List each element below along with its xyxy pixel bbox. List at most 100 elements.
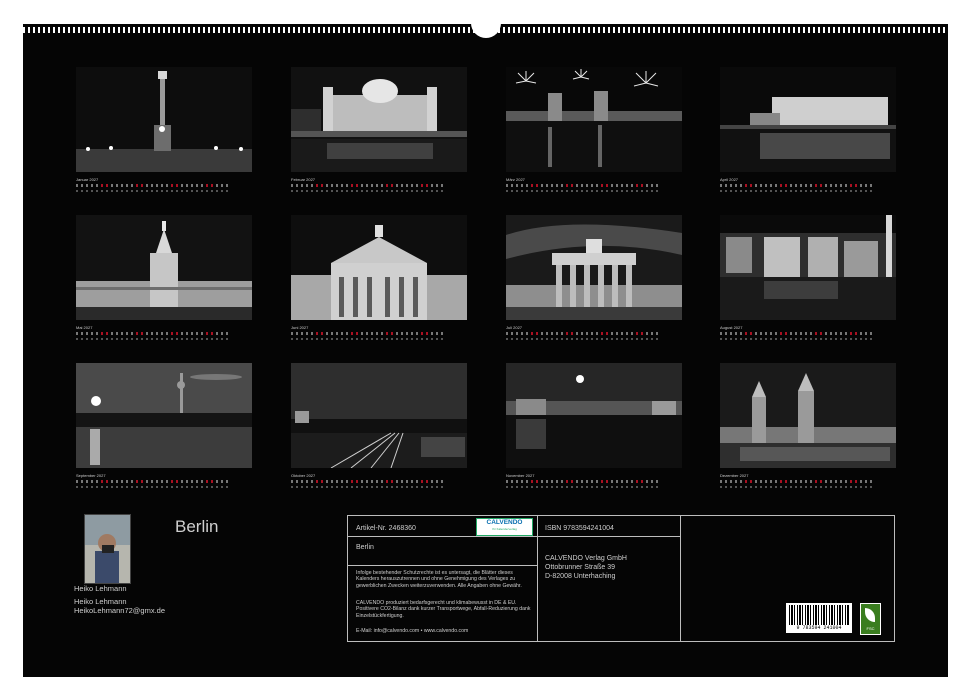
day-tick [511, 184, 513, 187]
day-tick [86, 332, 88, 335]
day-tick [116, 480, 118, 483]
day-tick [431, 184, 433, 187]
day-tick [206, 190, 208, 192]
day-tick [740, 338, 742, 340]
day-tick [116, 184, 118, 187]
day-tick [396, 338, 398, 340]
day-tick [336, 338, 338, 340]
day-tick [166, 190, 168, 192]
day-tick [810, 184, 812, 187]
calvendo-logo-text: CALVENDO [486, 519, 523, 526]
day-tick [561, 332, 563, 335]
day-tick [371, 480, 373, 483]
day-tick [171, 332, 173, 335]
day-tick [401, 190, 403, 192]
day-tick [226, 480, 228, 483]
month-tile-september: September 2027 [76, 363, 252, 492]
day-tick [790, 332, 792, 335]
day-tick [621, 184, 623, 187]
day-tick [441, 486, 443, 488]
day-tick [206, 480, 208, 483]
day-tick [591, 190, 593, 192]
day-tick [111, 190, 113, 192]
day-tick [111, 338, 113, 340]
day-tick [601, 486, 603, 488]
day-tick [601, 480, 603, 483]
day-tick [815, 332, 817, 335]
day-tick [805, 190, 807, 192]
day-tick [870, 486, 872, 488]
day-tick [606, 480, 608, 483]
day-tick [770, 480, 772, 483]
day-tick [795, 480, 797, 483]
day-tick [566, 332, 568, 335]
day-tick [805, 486, 807, 488]
day-tick [416, 190, 418, 192]
day-tick [106, 480, 108, 483]
day-tick [765, 338, 767, 340]
day-tick [221, 338, 223, 340]
fsc-label: FSC [866, 626, 875, 631]
publisher-city: D-82008 Unterhaching [545, 573, 616, 580]
day-tick [740, 480, 742, 483]
day-tick [626, 480, 628, 483]
day-tick [316, 184, 318, 187]
day-tick [810, 338, 812, 340]
day-tick [656, 480, 658, 483]
day-tick [621, 190, 623, 192]
day-tick [371, 338, 373, 340]
day-tick [346, 332, 348, 335]
day-tick [91, 486, 93, 488]
month-label: November 2027 [506, 473, 535, 478]
day-tick [616, 184, 618, 187]
day-tick [611, 190, 613, 192]
day-tick [371, 486, 373, 488]
day-tick [326, 338, 328, 340]
day-tick [421, 486, 423, 488]
day-tick [206, 332, 208, 335]
day-tick [356, 184, 358, 187]
day-tick [356, 190, 358, 192]
day-tick [735, 480, 737, 483]
day-tick [81, 338, 83, 340]
day-tick [511, 338, 513, 340]
day-tick [516, 190, 518, 192]
day-tick [860, 332, 862, 335]
day-tick [356, 332, 358, 335]
day-tick [591, 480, 593, 483]
day-tick [611, 486, 613, 488]
day-tick [526, 190, 528, 192]
day-tick [651, 486, 653, 488]
day-tick [626, 332, 628, 335]
day-tick [311, 190, 313, 192]
day-tick [196, 332, 198, 335]
day-tick [301, 184, 303, 187]
day-tick [91, 480, 93, 483]
day-tick [840, 184, 842, 187]
day-tick [361, 184, 363, 187]
day-tick [136, 480, 138, 483]
day-tick [186, 190, 188, 192]
day-tick [201, 332, 203, 335]
day-tick [745, 338, 747, 340]
day-tick [306, 480, 308, 483]
day-tick [161, 184, 163, 187]
day-tick [201, 190, 203, 192]
day-tick [745, 332, 747, 335]
day-tick [830, 480, 832, 483]
day-tick [740, 184, 742, 187]
day-tick [211, 338, 213, 340]
day-tick [516, 184, 518, 187]
day-tick [326, 184, 328, 187]
day-tick [356, 480, 358, 483]
day-tick [641, 480, 643, 483]
day-tick [291, 184, 293, 187]
day-tick [596, 190, 598, 192]
day-tick [516, 480, 518, 483]
day-tick [596, 332, 598, 335]
day-tick [181, 184, 183, 187]
day-tick [166, 486, 168, 488]
day-tick [141, 338, 143, 340]
day-tick [96, 332, 98, 335]
week-grid [76, 486, 252, 492]
